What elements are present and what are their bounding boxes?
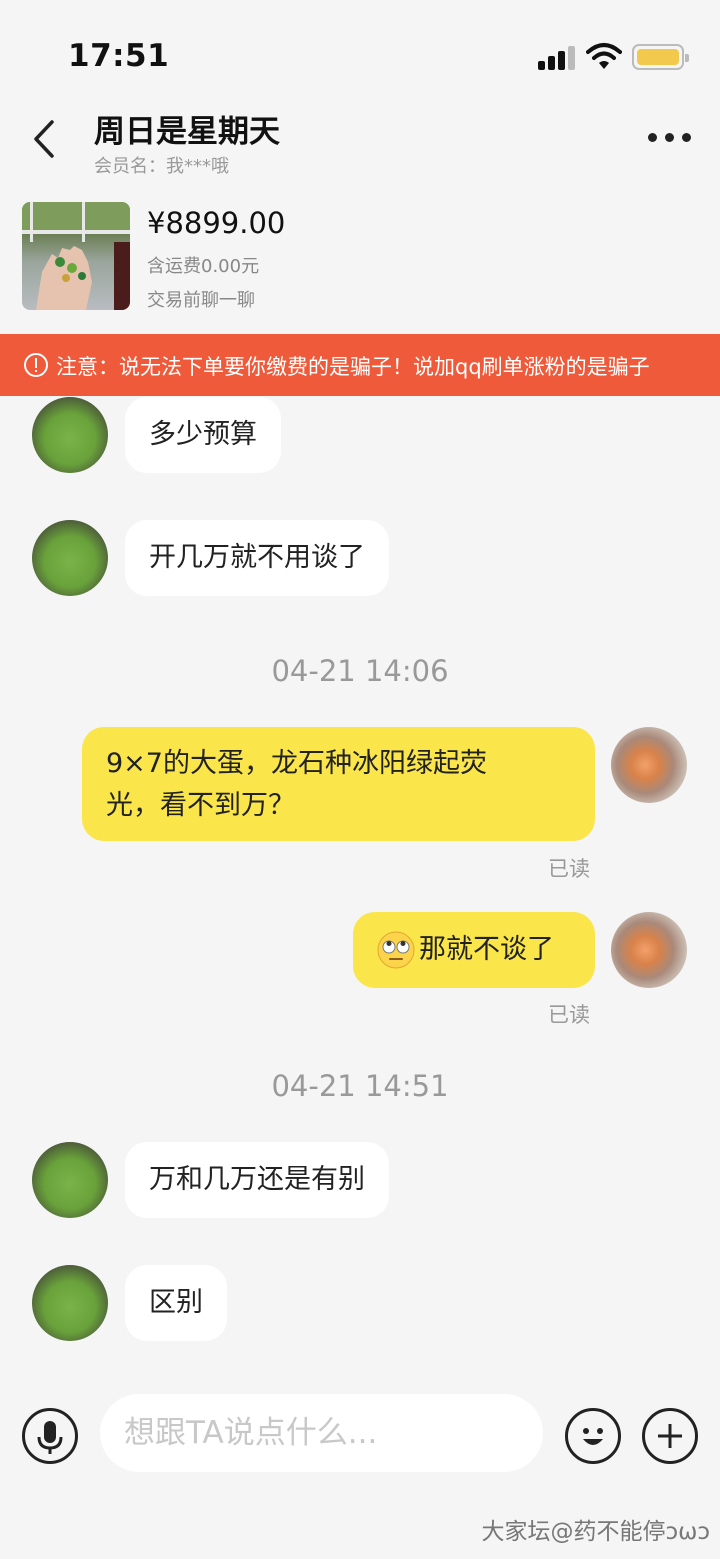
status-bar: 17:51: [0, 0, 720, 100]
signal-icon: [538, 44, 576, 70]
message-text-line: 光，看不到万？: [106, 790, 295, 821]
member-name: 会员名：我***哦: [94, 156, 229, 177]
avatar-other[interactable]: [32, 1142, 108, 1218]
message-text: 多少预算: [149, 419, 257, 450]
product-price: ¥8899.00: [147, 206, 286, 240]
chat-title: 周日是星期天: [94, 114, 280, 150]
watermark: 大家坛@药不能停ↄωↄ: [481, 1519, 710, 1545]
avatar-self[interactable]: [611, 912, 687, 988]
wifi-icon: [586, 43, 622, 69]
input-bar: [0, 1380, 720, 1500]
fraud-warning-banner: 注意：说无法下单要你缴费的是骗子！说加qq刷单涨粉的是骗子: [0, 334, 720, 396]
avatar-other[interactable]: [32, 520, 108, 596]
message-bubble[interactable]: 区别: [125, 1265, 227, 1341]
plus-icon[interactable]: [642, 1408, 698, 1464]
message-bubble[interactable]: 万和几万还是有别: [125, 1142, 389, 1218]
eye-roll-emoji-icon: [377, 931, 415, 969]
avatar-other[interactable]: [32, 1265, 108, 1341]
message-timestamp: 04-21 14:06: [271, 654, 449, 688]
back-arrow-icon[interactable]: [30, 118, 60, 160]
message-bubble[interactable]: 开几万就不用谈了: [125, 520, 389, 596]
emoji-icon[interactable]: [565, 1408, 621, 1464]
message-bubble[interactable]: 9×7的大蛋，龙石种冰阳绿起荧 光，看不到万？: [82, 727, 595, 841]
message-text: 区别: [149, 1287, 203, 1318]
avatar-self[interactable]: [611, 727, 687, 803]
more-icon[interactable]: [648, 130, 692, 144]
message-input[interactable]: [100, 1394, 543, 1472]
product-card[interactable]: ¥8899.00 含运费0.00元 交易前聊一聊: [0, 196, 720, 326]
read-receipt: 已读: [548, 857, 590, 881]
battery-icon: [632, 44, 689, 70]
read-receipt: 已读: [548, 1003, 590, 1027]
message-text: 万和几万还是有别: [149, 1164, 365, 1195]
message-text: 开几万就不用谈了: [149, 542, 365, 573]
product-note: 交易前聊一聊: [147, 290, 255, 311]
message-text-line: 9×7的大蛋，龙石种冰阳绿起荧: [106, 748, 487, 779]
chat-header: 周日是星期天 会员名：我***哦: [0, 100, 720, 190]
avatar-other[interactable]: [32, 397, 108, 473]
message-text: 那就不谈了: [419, 934, 554, 965]
microphone-icon[interactable]: [22, 1408, 78, 1464]
message-timestamp: 04-21 14:51: [271, 1069, 449, 1103]
message-bubble[interactable]: 那就不谈了: [353, 912, 595, 988]
status-time: 17:51: [68, 38, 170, 74]
shipping-fee: 含运费0.00元: [147, 256, 260, 277]
message-bubble[interactable]: 多少预算: [125, 397, 281, 473]
product-image[interactable]: [22, 202, 130, 310]
alert-circle-icon: [24, 353, 48, 377]
warning-text: 注意：说无法下单要你缴费的是骗子！说加qq刷单涨粉的是骗子: [56, 355, 650, 379]
